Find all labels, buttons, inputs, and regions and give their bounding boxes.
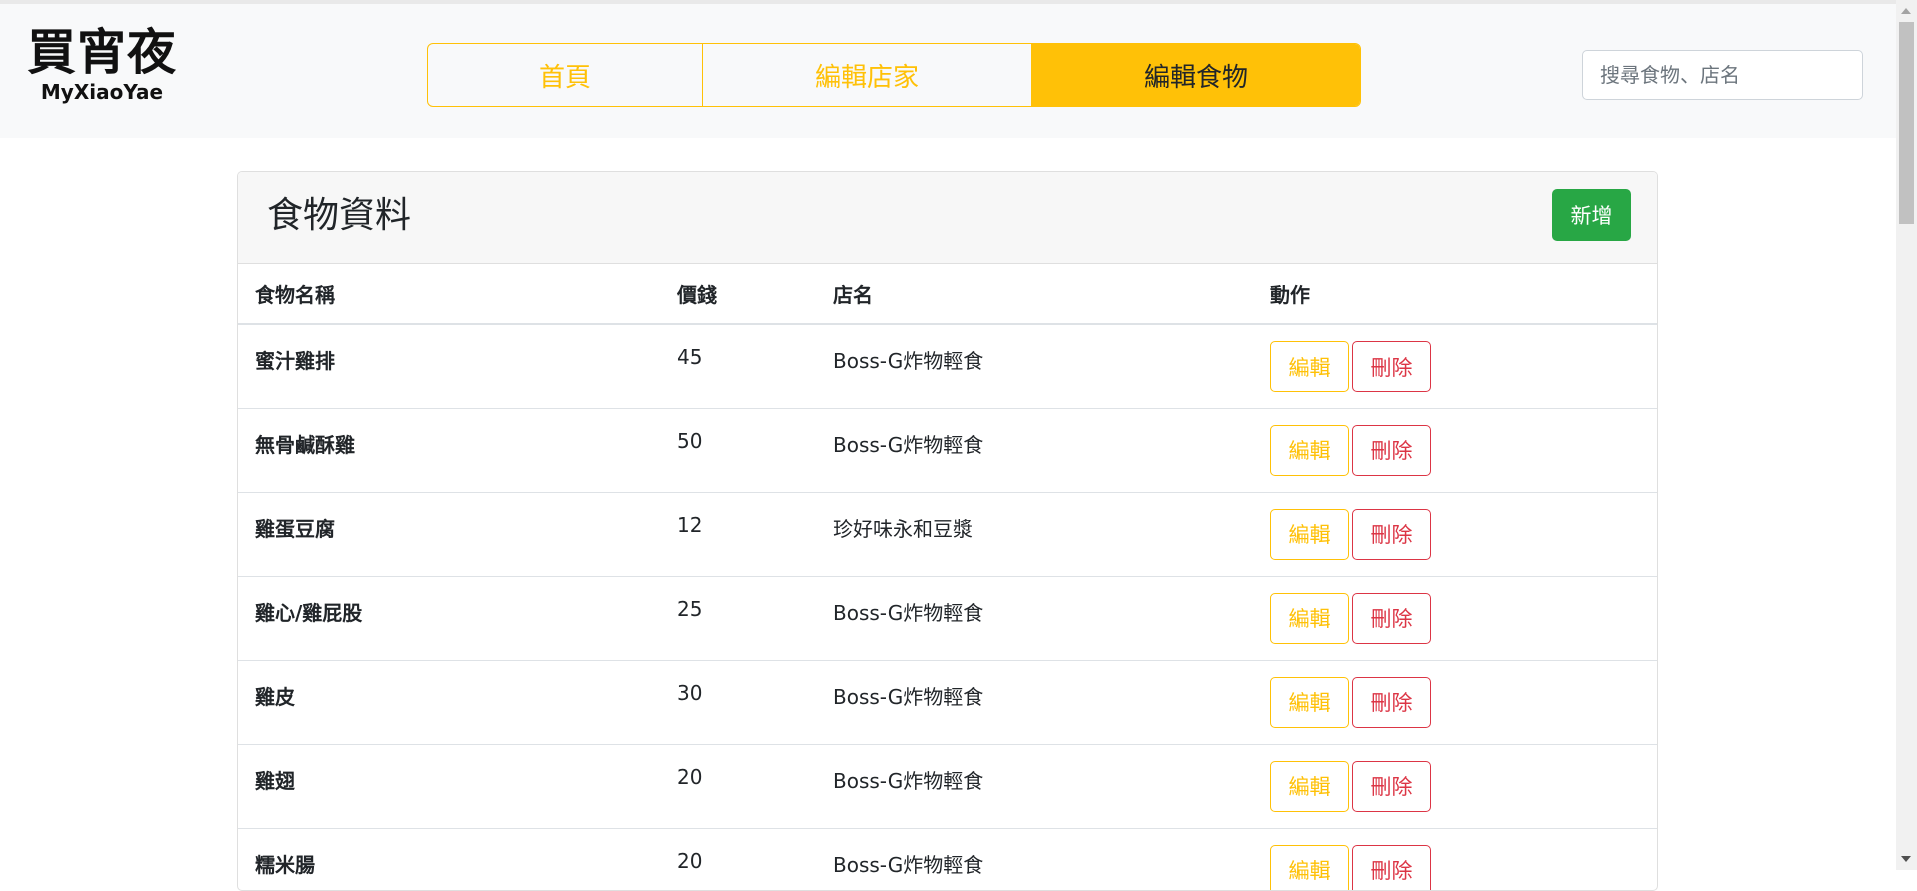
table-row: 雞心/雞屁股 25 Boss-G炸物輕食 編輯刪除 bbox=[238, 576, 1657, 660]
store-cell: Boss-G炸物輕食 bbox=[816, 660, 1253, 744]
price-cell: 20 bbox=[660, 828, 816, 891]
scroll-down-arrow-icon[interactable] bbox=[1901, 856, 1911, 862]
table-header-row: 食物名稱 價錢 店名 動作 bbox=[238, 264, 1657, 324]
panel-title: 食物資料 bbox=[267, 192, 411, 240]
delete-button[interactable]: 刪除 bbox=[1352, 845, 1431, 891]
add-food-button[interactable]: 新增 bbox=[1552, 189, 1631, 241]
store-cell: Boss-G炸物輕食 bbox=[816, 324, 1253, 408]
actions-cell: 編輯刪除 bbox=[1253, 828, 1657, 891]
delete-button[interactable]: 刪除 bbox=[1352, 341, 1431, 392]
table-row: 雞皮 30 Boss-G炸物輕食 編輯刪除 bbox=[238, 660, 1657, 744]
brand-logo[interactable]: 買宵夜 MyXiaoYae bbox=[22, 26, 182, 106]
table-row: 蜜汁雞排 45 Boss-G炸物輕食 編輯刪除 bbox=[238, 324, 1657, 408]
food-name-cell: 雞蛋豆腐 bbox=[238, 492, 660, 576]
nav-tabs: 首頁 編輯店家 編輯食物 bbox=[427, 43, 1361, 107]
price-cell: 12 bbox=[660, 492, 816, 576]
header-food-name[interactable]: 食物名稱 bbox=[238, 264, 660, 324]
table-row: 雞翅 20 Boss-G炸物輕食 編輯刪除 bbox=[238, 744, 1657, 828]
delete-button[interactable]: 刪除 bbox=[1352, 761, 1431, 812]
scrollbar-thumb[interactable] bbox=[1899, 22, 1914, 224]
food-name-cell: 糯米腸 bbox=[238, 828, 660, 891]
edit-button[interactable]: 編輯 bbox=[1270, 425, 1349, 476]
food-name-cell: 雞心/雞屁股 bbox=[238, 576, 660, 660]
table-row: 無骨鹹酥雞 50 Boss-G炸物輕食 編輯刪除 bbox=[238, 408, 1657, 492]
header-price[interactable]: 價錢 bbox=[660, 264, 816, 324]
food-table: 食物名稱 價錢 店名 動作 蜜汁雞排 45 Boss-G炸物輕食 編輯刪除 無骨… bbox=[238, 264, 1657, 891]
store-cell: 珍好味永和豆漿 bbox=[816, 492, 1253, 576]
price-cell: 50 bbox=[660, 408, 816, 492]
tab-edit-foods[interactable]: 編輯食物 bbox=[1031, 44, 1360, 106]
store-cell: Boss-G炸物輕食 bbox=[816, 744, 1253, 828]
scroll-up-arrow-icon[interactable] bbox=[1901, 8, 1911, 14]
food-name-cell: 無骨鹹酥雞 bbox=[238, 408, 660, 492]
delete-button[interactable]: 刪除 bbox=[1352, 677, 1431, 728]
food-name-cell: 雞翅 bbox=[238, 744, 660, 828]
store-cell: Boss-G炸物輕食 bbox=[816, 576, 1253, 660]
actions-cell: 編輯刪除 bbox=[1253, 324, 1657, 408]
edit-button[interactable]: 編輯 bbox=[1270, 593, 1349, 644]
brand-title-en: MyXiaoYae bbox=[22, 78, 182, 106]
table-row: 糯米腸 20 Boss-G炸物輕食 編輯刪除 bbox=[238, 828, 1657, 891]
edit-button[interactable]: 編輯 bbox=[1270, 509, 1349, 560]
actions-cell: 編輯刪除 bbox=[1253, 660, 1657, 744]
header-store-name[interactable]: 店名 bbox=[816, 264, 1253, 324]
tab-edit-stores[interactable]: 編輯店家 bbox=[702, 44, 1031, 106]
table-row: 雞蛋豆腐 12 珍好味永和豆漿 編輯刪除 bbox=[238, 492, 1657, 576]
food-name-cell: 雞皮 bbox=[238, 660, 660, 744]
store-cell: Boss-G炸物輕食 bbox=[816, 408, 1253, 492]
price-cell: 25 bbox=[660, 576, 816, 660]
price-cell: 30 bbox=[660, 660, 816, 744]
delete-button[interactable]: 刪除 bbox=[1352, 509, 1431, 560]
edit-button[interactable]: 編輯 bbox=[1270, 845, 1349, 891]
store-cell: Boss-G炸物輕食 bbox=[816, 828, 1253, 891]
search-input[interactable] bbox=[1582, 50, 1863, 100]
price-cell: 20 bbox=[660, 744, 816, 828]
panel-header: 食物資料 新增 bbox=[238, 172, 1657, 264]
actions-cell: 編輯刪除 bbox=[1253, 492, 1657, 576]
edit-button[interactable]: 編輯 bbox=[1270, 677, 1349, 728]
food-data-panel: 食物資料 新增 食物名稱 價錢 店名 動作 蜜汁雞排 45 Boss-G炸物輕食 bbox=[237, 171, 1658, 891]
actions-cell: 編輯刪除 bbox=[1253, 744, 1657, 828]
tab-home[interactable]: 首頁 bbox=[428, 44, 702, 106]
edit-button[interactable]: 編輯 bbox=[1270, 761, 1349, 812]
delete-button[interactable]: 刪除 bbox=[1352, 593, 1431, 644]
price-cell: 45 bbox=[660, 324, 816, 408]
actions-cell: 編輯刪除 bbox=[1253, 576, 1657, 660]
brand-title-zh: 買宵夜 bbox=[22, 26, 182, 78]
actions-cell: 編輯刪除 bbox=[1253, 408, 1657, 492]
edit-button[interactable]: 編輯 bbox=[1270, 341, 1349, 392]
food-name-cell: 蜜汁雞排 bbox=[238, 324, 660, 408]
page-scrollbar[interactable] bbox=[1896, 0, 1917, 870]
delete-button[interactable]: 刪除 bbox=[1352, 425, 1431, 476]
header-actions: 動作 bbox=[1253, 264, 1657, 324]
navbar: 買宵夜 MyXiaoYae 首頁 編輯店家 編輯食物 bbox=[0, 0, 1896, 138]
